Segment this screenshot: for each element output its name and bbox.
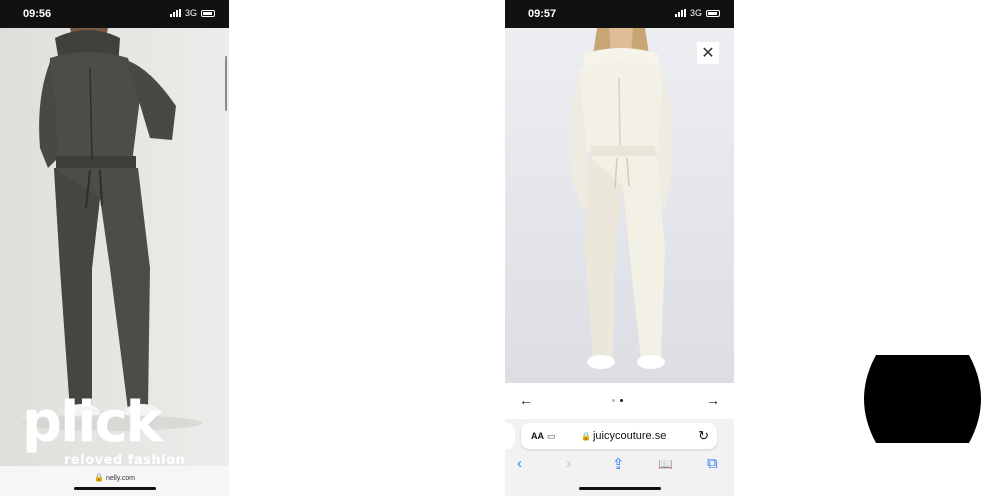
carousel-pagination <box>612 399 623 402</box>
status-indicators: 3G <box>674 8 720 18</box>
product-photo-white-tracksuit <box>505 28 734 383</box>
home-indicator[interactable] <box>73 487 156 490</box>
mini-url: 🔒 nelly.com <box>0 473 229 482</box>
status-time: 09:57 <box>528 8 557 20</box>
carousel-nav: ← → <box>505 383 734 419</box>
url-field[interactable]: 🔒 juicycouture.se <box>581 430 666 442</box>
home-indicator[interactable] <box>578 487 661 490</box>
scroll-indicator[interactable] <box>225 56 227 111</box>
reload-icon[interactable]: ↻ <box>698 428 709 444</box>
network-label: 3G <box>689 8 702 18</box>
previous-tab-stub[interactable] <box>505 423 515 449</box>
black-shape <box>864 355 981 443</box>
network-label: 3G <box>184 8 197 18</box>
status-bar: 09:57 3G <box>505 0 734 28</box>
tabs-icon[interactable]: ⧉ <box>707 455 718 472</box>
next-arrow-icon[interactable]: → <box>706 392 720 408</box>
text-size-button[interactable]: AA <box>531 431 544 441</box>
url-text: juicycouture.se <box>592 430 667 442</box>
close-gallery-button[interactable]: ✕ <box>697 42 719 64</box>
battery-icon <box>201 9 215 17</box>
model-figure <box>505 28 734 383</box>
safari-toolbar: ‹ › ⇪ 📖 ⧉ <box>505 455 734 479</box>
left-phone-screen: 09:56 3G plick reloved fashion 🔒 nelly.c… <box>0 0 229 496</box>
watermark-word: plick <box>22 390 163 455</box>
status-time: 09:56 <box>23 8 52 20</box>
close-icon: ✕ <box>701 45 715 62</box>
forward-icon[interactable]: › <box>566 455 571 472</box>
lock-icon: 🔒 <box>581 432 591 441</box>
signal-icon <box>674 9 686 17</box>
carousel-dot[interactable] <box>620 399 623 402</box>
status-bar: 09:56 3G <box>0 0 229 28</box>
share-icon[interactable]: ⇪ <box>612 455 625 473</box>
right-phone-screen: 09:57 3G ✕ ← → AA ▭ 🔒 juicycouture.se ↻ … <box>505 0 734 496</box>
mini-url-bar[interactable]: 🔒 nelly.com <box>0 466 229 496</box>
reader-icon[interactable]: ▭ <box>547 431 556 442</box>
status-indicators: 3G <box>169 8 215 18</box>
battery-icon <box>706 9 720 17</box>
carousel-dot[interactable] <box>612 399 615 402</box>
safari-bottom-bar: AA ▭ 🔒 juicycouture.se ↻ ‹ › ⇪ 📖 ⧉ <box>505 419 734 496</box>
plick-watermark-logo: plick reloved fashion <box>22 395 192 475</box>
mini-url-text: nelly.com <box>105 475 135 482</box>
lock-icon: 🔒 <box>93 473 104 482</box>
signal-icon <box>169 9 181 17</box>
back-icon[interactable]: ‹ <box>517 455 522 472</box>
prev-arrow-icon[interactable]: ← <box>519 392 533 408</box>
bookmarks-icon[interactable]: 📖 <box>658 457 673 471</box>
address-bar[interactable]: AA ▭ 🔒 juicycouture.se ↻ <box>521 423 717 449</box>
